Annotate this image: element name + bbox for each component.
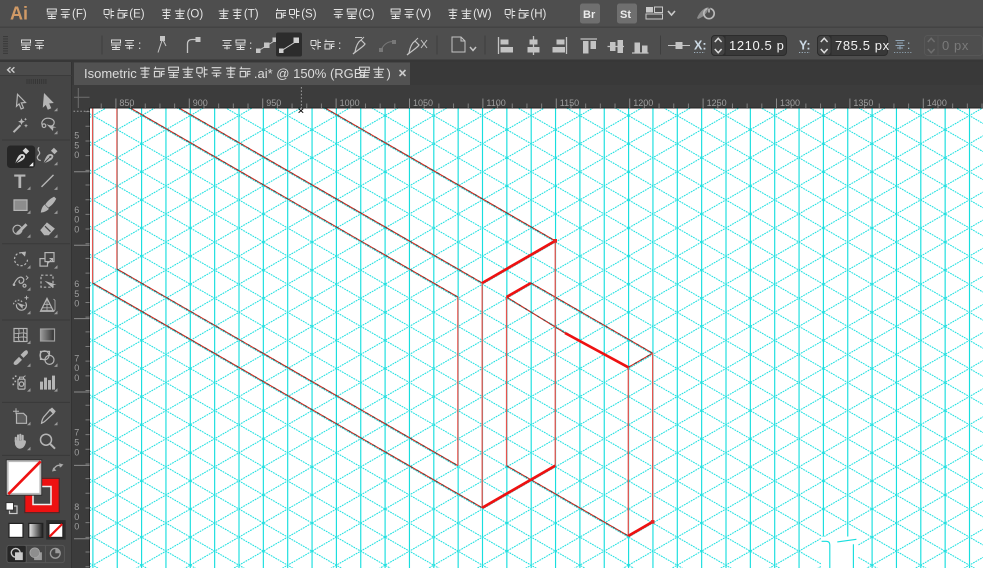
svg-text::: : xyxy=(338,38,341,52)
svg-text:1100: 1100 xyxy=(486,98,505,108)
svg-text:(C): (C) xyxy=(359,9,375,21)
svg-text:0: 0 xyxy=(74,224,79,234)
svg-text:6: 6 xyxy=(74,205,79,215)
svg-text:0 px: 0 px xyxy=(942,38,969,53)
svg-text:1200: 1200 xyxy=(633,98,653,108)
svg-text:5: 5 xyxy=(74,140,79,150)
svg-text:1300: 1300 xyxy=(780,98,800,108)
svg-text:(S): (S) xyxy=(301,9,317,21)
svg-text:(F): (F) xyxy=(72,9,87,21)
svg-text::: : xyxy=(249,38,252,52)
svg-text:5: 5 xyxy=(74,438,79,448)
svg-text:(T): (T) xyxy=(244,9,259,21)
svg-text:T: T xyxy=(14,172,26,193)
svg-text:(O): (O) xyxy=(187,9,204,21)
svg-text:1210.5 p: 1210.5 p xyxy=(729,38,784,53)
svg-text:8: 8 xyxy=(74,502,79,512)
svg-text:1150: 1150 xyxy=(560,98,579,108)
svg-text:5: 5 xyxy=(74,131,79,141)
svg-text:6: 6 xyxy=(74,279,79,289)
svg-text::: : xyxy=(138,38,141,52)
svg-text:Isometric: Isometric xyxy=(84,66,137,81)
svg-text:0: 0 xyxy=(74,512,79,522)
svg-text:(W): (W) xyxy=(473,9,492,21)
svg-text:0: 0 xyxy=(74,150,79,160)
svg-text:(H): (H) xyxy=(530,9,546,21)
svg-text:0: 0 xyxy=(74,299,79,309)
svg-text:900: 900 xyxy=(193,98,208,108)
svg-text:Y:: Y: xyxy=(799,39,811,53)
svg-text:0: 0 xyxy=(74,363,79,373)
svg-text:785.5 px: 785.5 px xyxy=(835,38,890,53)
svg-text:1000: 1000 xyxy=(340,98,360,108)
svg-text:7: 7 xyxy=(74,353,79,363)
svg-text:Br: Br xyxy=(583,9,596,21)
svg-text:X:: X: xyxy=(694,39,707,53)
svg-text:850: 850 xyxy=(119,98,134,108)
svg-text:5: 5 xyxy=(74,289,79,299)
svg-text:1400: 1400 xyxy=(927,98,947,108)
svg-text:7: 7 xyxy=(74,428,79,438)
svg-text:(V): (V) xyxy=(416,9,432,21)
svg-text:950: 950 xyxy=(266,98,281,108)
svg-text:.ai* @ 150% (RGB/: .ai* @ 150% (RGB/ xyxy=(254,66,367,81)
svg-text:): ) xyxy=(387,66,391,81)
svg-text:(E): (E) xyxy=(129,9,145,21)
svg-text:0: 0 xyxy=(74,447,79,457)
svg-text::: : xyxy=(907,38,910,52)
svg-text:1050: 1050 xyxy=(413,98,433,108)
svg-text:Ai: Ai xyxy=(10,4,28,24)
svg-text:St: St xyxy=(620,9,631,21)
svg-text:0: 0 xyxy=(74,215,79,225)
svg-text:1350: 1350 xyxy=(853,98,873,108)
svg-text:0: 0 xyxy=(74,373,79,383)
svg-text:1250: 1250 xyxy=(707,98,727,108)
svg-text:0: 0 xyxy=(74,522,79,532)
